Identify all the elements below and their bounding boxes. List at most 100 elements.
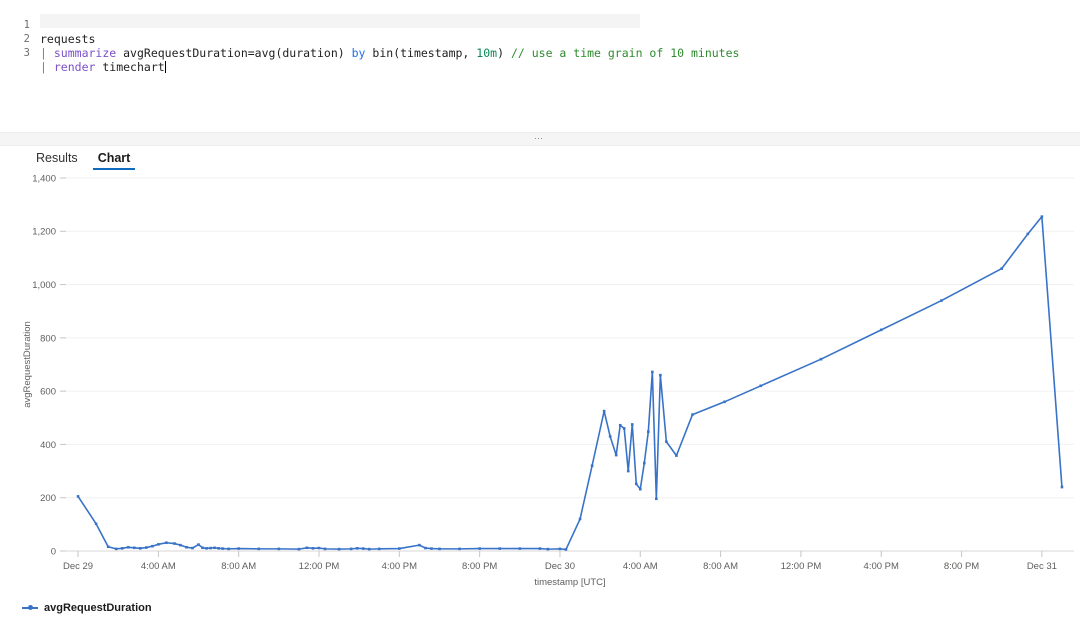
code-line-3[interactable]: 3 | render timechart [0, 32, 166, 74]
data-point [317, 546, 321, 550]
line-3-content: | render timechart [40, 60, 166, 74]
y-axis-title: avgRequestDuration [22, 321, 33, 408]
render-keyword: render [53, 60, 96, 74]
data-point [217, 547, 220, 550]
data-point [1040, 215, 1044, 218]
data-point [618, 423, 622, 427]
legend-item-avgrequestduration[interactable]: avgRequestDuration [22, 602, 152, 614]
data-point [132, 546, 136, 550]
data-point [691, 413, 694, 416]
summarize-expression: avgRequestDuration=avg(duration) [123, 46, 345, 60]
code-line-1[interactable]: 1 requests [0, 4, 96, 46]
chart-legend: avgRequestDuration [0, 594, 1080, 621]
data-point [546, 547, 550, 551]
data-point [126, 545, 130, 549]
data-point [638, 487, 642, 491]
data-point [1000, 267, 1004, 270]
data-point [76, 495, 80, 498]
x-tick-label: Dec 30 [545, 561, 575, 572]
data-point [337, 547, 341, 551]
data-point [297, 547, 301, 551]
data-point [106, 545, 110, 549]
by-keyword: by [351, 46, 366, 60]
data-point [367, 547, 371, 551]
data-point [205, 547, 208, 550]
data-point [237, 547, 240, 550]
line-1-content: requests [40, 32, 95, 46]
x-tick-label: 12:00 PM [299, 561, 340, 572]
render-target: timechart [102, 60, 165, 74]
data-point [201, 546, 204, 550]
data-point [114, 547, 118, 551]
data-point [498, 547, 502, 550]
timechart: 0 200 400 600 800 1,000 1,200 1,400 Dec 29 4:00 A… [0, 170, 1080, 592]
legend-label: avgRequestDuration [44, 601, 152, 614]
line-number-3: 3 [23, 47, 30, 59]
x-axis-title: timestamp [UTC] [534, 577, 605, 588]
data-point [622, 427, 626, 430]
data-point [213, 546, 216, 550]
data-point [418, 543, 421, 547]
bin-close-paren: ) [497, 46, 505, 60]
line-2-content: | summarize avgRequestDuration=avg(durat… [40, 46, 739, 60]
data-point [651, 370, 654, 374]
data-point [1060, 485, 1064, 489]
data-point [759, 384, 763, 388]
y-tick-label: 400 [40, 440, 56, 451]
data-point [221, 547, 224, 550]
data-point [590, 464, 594, 468]
result-tabs: Results Chart [0, 144, 1080, 170]
y-tick-label: 0 [51, 546, 56, 557]
data-point [355, 547, 359, 550]
code-line-2[interactable]: 2 | summarize avgRequestDuration=avg(dur… [0, 18, 740, 60]
data-point [655, 497, 658, 501]
tab-results[interactable]: Results [28, 151, 86, 170]
data-point [305, 546, 309, 550]
data-point [665, 440, 668, 444]
data-point [424, 546, 427, 550]
data-point [120, 547, 124, 550]
x-tick-label: 12:00 PM [781, 561, 822, 572]
data-point [642, 461, 646, 465]
data-point [608, 435, 612, 438]
y-tick-label: 1,400 [32, 173, 56, 184]
data-point [578, 517, 582, 521]
table-name: requests [40, 32, 96, 46]
data-point [398, 547, 401, 550]
data-point [209, 546, 212, 550]
data-point [430, 547, 433, 550]
data-point [191, 546, 194, 550]
x-tick-label: Dec 31 [1027, 561, 1057, 572]
x-tick-label: 8:00 AM [221, 561, 256, 572]
series-line-0 [77, 215, 1063, 551]
legend-line-marker-icon [22, 603, 38, 613]
data-point [659, 373, 662, 377]
data-point [675, 454, 678, 457]
text-caret [164, 61, 166, 73]
x-tick-label: 4:00 AM [141, 561, 176, 572]
x-tick-label: 8:00 AM [703, 561, 738, 572]
data-point [377, 547, 381, 551]
data-point [647, 430, 650, 433]
data-point [626, 469, 630, 473]
data-point [94, 522, 98, 526]
pipe-operator: | [40, 46, 47, 60]
data-point [558, 547, 562, 551]
data-point [157, 543, 160, 546]
data-point [879, 328, 883, 332]
line2-highlight [40, 14, 640, 28]
x-tick-label: Dec 29 [63, 561, 93, 572]
data-point [819, 357, 823, 361]
x-tick-label: 8:00 PM [944, 561, 979, 572]
data-point [151, 544, 154, 548]
data-point [602, 409, 606, 413]
data-point [1026, 232, 1030, 236]
data-point [197, 543, 200, 546]
x-tick-label: 4:00 PM [382, 561, 417, 572]
data-point [173, 542, 176, 545]
query-editor[interactable]: 1 requests 2 | summarize avgRequestDurat… [0, 0, 1080, 138]
y-tick-label: 600 [40, 387, 56, 398]
data-point [614, 453, 618, 457]
pipe-operator-2: | [40, 60, 47, 74]
tab-chart[interactable]: Chart [90, 151, 139, 170]
